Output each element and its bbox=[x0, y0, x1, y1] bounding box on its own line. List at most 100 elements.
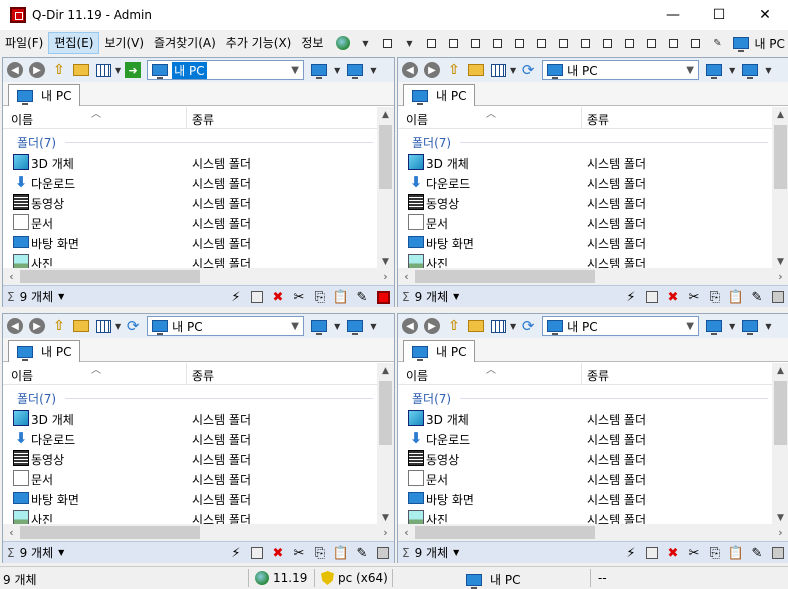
pane-indicator-icon[interactable] bbox=[769, 288, 787, 306]
pane-indicator-icon[interactable] bbox=[374, 544, 392, 562]
folder-icon[interactable] bbox=[71, 316, 91, 336]
paste-icon[interactable]: 📋 bbox=[332, 288, 350, 306]
tab-this-pc[interactable]: 내 PC bbox=[403, 340, 476, 362]
active-pane-indicator-icon[interactable] bbox=[374, 288, 392, 306]
chevron-down-icon[interactable]: ▼ bbox=[354, 32, 376, 54]
chevron-down-icon[interactable]: ▼ bbox=[287, 65, 303, 76]
chevron-down-icon[interactable]: ▼ bbox=[115, 322, 121, 331]
menu-extras[interactable]: 추가 기능(X) bbox=[221, 32, 297, 54]
pane-indicator-icon[interactable] bbox=[769, 544, 787, 562]
copy-icon[interactable]: ⎘ bbox=[311, 288, 329, 306]
chevron-down-icon[interactable]: ▼ bbox=[453, 292, 459, 301]
rename-icon[interactable] bbox=[248, 288, 266, 306]
chevron-down-icon[interactable]: ▼ bbox=[398, 32, 420, 54]
horizontal-scrollbar[interactable]: ‹ › bbox=[3, 524, 394, 541]
address-bar[interactable]: 내 PC ▼ bbox=[542, 60, 700, 80]
horizontal-scrollbar[interactable]: ‹ › bbox=[398, 524, 788, 541]
folder-icon[interactable] bbox=[71, 60, 91, 80]
layout-icon[interactable] bbox=[442, 32, 464, 54]
view-grid-icon[interactable] bbox=[488, 316, 508, 336]
menu-view[interactable]: 보기(V) bbox=[99, 32, 149, 54]
tab-this-pc[interactable]: 내 PC bbox=[8, 84, 81, 106]
vertical-scrollbar[interactable]: ▲ ▼ bbox=[377, 107, 394, 271]
back-icon[interactable]: ◀ bbox=[400, 60, 420, 80]
column-type[interactable]: 종류 bbox=[192, 367, 214, 384]
copy-icon[interactable]: ⎘ bbox=[311, 544, 329, 562]
list-item[interactable]: 동영상 시스템 폴더 bbox=[398, 448, 772, 468]
list-item[interactable]: 동영상 시스템 폴더 bbox=[398, 192, 772, 212]
flash-icon[interactable]: ⚡ bbox=[227, 288, 245, 306]
address-text[interactable]: 내 PC bbox=[567, 62, 682, 79]
folder-up-icon[interactable]: ⇧ bbox=[444, 316, 464, 336]
chevron-down-icon[interactable]: ▼ bbox=[58, 548, 64, 557]
layout-icon[interactable] bbox=[464, 32, 486, 54]
edit-icon[interactable]: ✎ bbox=[353, 288, 371, 306]
forward-icon[interactable]: ▶ bbox=[27, 60, 47, 80]
forward-icon[interactable]: ▶ bbox=[27, 316, 47, 336]
view-grid-icon[interactable] bbox=[93, 60, 113, 80]
address-bar[interactable]: 내 PC ▼ bbox=[147, 60, 305, 80]
address-text[interactable]: 내 PC bbox=[567, 318, 682, 335]
column-name[interactable]: 이름 bbox=[406, 111, 428, 128]
group-header[interactable]: 폴더(7) bbox=[17, 134, 56, 151]
list-item[interactable]: ⬇ 다운로드 시스템 폴더 bbox=[398, 172, 772, 192]
monitor-view-icon[interactable] bbox=[737, 316, 763, 336]
chevron-left-icon[interactable]: ‹ bbox=[3, 268, 20, 285]
list-item[interactable]: 동영상 시스템 폴더 bbox=[3, 192, 377, 212]
refresh-icon[interactable]: ⟳ bbox=[518, 60, 538, 80]
layout-icon[interactable] bbox=[508, 32, 530, 54]
layout-icon[interactable] bbox=[618, 32, 640, 54]
column-name[interactable]: 이름 bbox=[406, 367, 428, 384]
chevron-down-icon[interactable]: ▼ bbox=[729, 322, 735, 331]
back-icon[interactable]: ◀ bbox=[400, 316, 420, 336]
monitor-view-icon[interactable] bbox=[701, 316, 727, 336]
pc-icon[interactable] bbox=[728, 32, 754, 54]
chevron-down-icon[interactable]: ▼ bbox=[115, 66, 121, 75]
item-count[interactable]: 9 개체 bbox=[415, 288, 449, 305]
chevron-down-icon[interactable]: ▼ bbox=[765, 66, 771, 75]
edit-icon[interactable]: ✎ bbox=[748, 288, 766, 306]
monitor-view-icon[interactable] bbox=[737, 60, 763, 80]
chevron-down-icon[interactable]: ▼ bbox=[765, 322, 771, 331]
chevron-down-icon[interactable]: ▼ bbox=[510, 66, 516, 75]
chevron-down-icon[interactable]: ▼ bbox=[287, 321, 303, 332]
cut-icon[interactable]: ✂ bbox=[685, 288, 703, 306]
chevron-down-icon[interactable]: ▼ bbox=[453, 548, 459, 557]
chevron-right-icon[interactable]: › bbox=[772, 268, 788, 285]
list-item[interactable]: 문서 시스템 폴더 bbox=[3, 212, 377, 232]
back-icon[interactable]: ◀ bbox=[5, 316, 25, 336]
column-type[interactable]: 종류 bbox=[192, 111, 214, 128]
refresh-icon[interactable]: ⟳ bbox=[518, 316, 538, 336]
list-item[interactable]: 문서 시스템 폴더 bbox=[398, 468, 772, 488]
chevron-up-icon[interactable]: ▲ bbox=[772, 107, 788, 124]
item-count[interactable]: 9 개체 bbox=[20, 288, 54, 305]
list-item[interactable]: ⬇ 다운로드 시스템 폴더 bbox=[398, 428, 772, 448]
list-item[interactable]: ⬇ 다운로드 시스템 폴더 bbox=[3, 172, 377, 192]
flash-icon[interactable]: ⚡ bbox=[622, 288, 640, 306]
chevron-up-icon[interactable]: ▲ bbox=[772, 363, 788, 380]
globe-icon[interactable] bbox=[332, 32, 354, 54]
list-item[interactable]: 동영상 시스템 폴더 bbox=[3, 448, 377, 468]
list-item[interactable]: 바탕 화면 시스템 폴더 bbox=[3, 232, 377, 252]
column-type[interactable]: 종류 bbox=[587, 367, 609, 384]
chevron-right-icon[interactable]: › bbox=[772, 524, 788, 541]
menu-edit[interactable]: 편집(E) bbox=[48, 32, 100, 54]
tab-this-pc[interactable]: 내 PC bbox=[403, 84, 476, 106]
folder-up-icon[interactable]: ⇧ bbox=[49, 316, 69, 336]
chevron-down-icon[interactable]: ▼ bbox=[682, 321, 698, 332]
folder-up-icon[interactable]: ⇧ bbox=[444, 60, 464, 80]
list-item[interactable]: 문서 시스템 폴더 bbox=[398, 212, 772, 232]
chevron-down-icon[interactable]: ▼ bbox=[370, 322, 376, 331]
chevron-right-icon[interactable]: › bbox=[377, 524, 394, 541]
rename-icon[interactable] bbox=[643, 288, 661, 306]
monitor-view-icon[interactable] bbox=[701, 60, 727, 80]
vertical-scrollbar[interactable]: ▲ ▼ bbox=[377, 363, 394, 527]
menu-right-label[interactable]: 내 PC bbox=[754, 35, 784, 52]
go-arrow-icon[interactable]: ➜ bbox=[123, 60, 143, 80]
layout-4pane-icon[interactable] bbox=[376, 32, 398, 54]
address-text[interactable]: 내 PC bbox=[172, 61, 207, 79]
cut-icon[interactable]: ✂ bbox=[685, 544, 703, 562]
maximize-button[interactable]: ☐ bbox=[696, 0, 742, 30]
flash-icon[interactable]: ⚡ bbox=[622, 544, 640, 562]
group-header[interactable]: 폴더(7) bbox=[412, 134, 451, 151]
